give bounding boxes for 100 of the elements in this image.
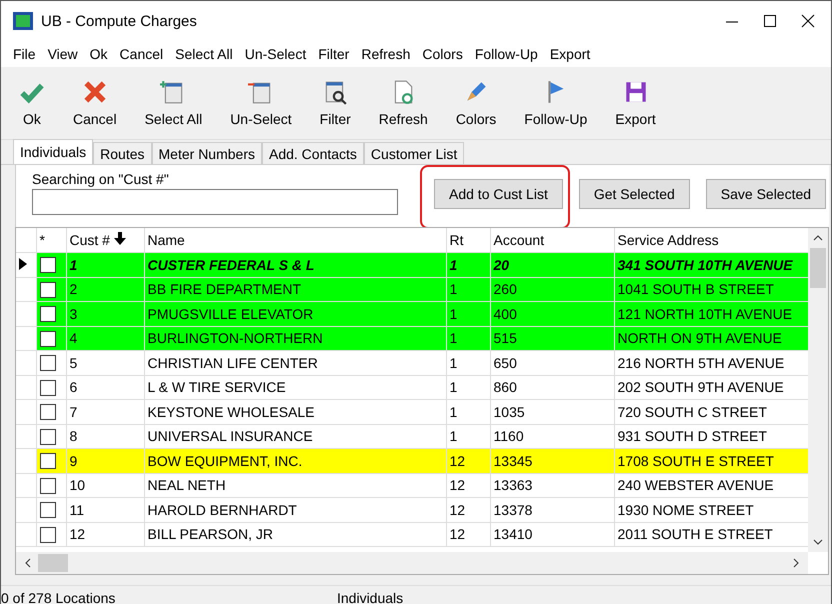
row-checkbox[interactable] [40,330,56,347]
row-checkbox[interactable] [40,478,56,494]
table-cell: 931 SOUTH D STREET [614,424,808,448]
close-icon[interactable] [801,14,815,28]
table-cell: UNIVERSAL INSURANCE [144,424,446,448]
table-cell: 13378 [490,498,614,522]
table-cell: BURLINGTON-NORTHERN [144,326,446,350]
action-button[interactable]: Get Selected [578,179,690,209]
table-cell: 4 [66,326,144,350]
table-cell: 13345 [490,448,614,473]
menu-item[interactable]: Refresh [355,46,416,62]
table-cell: NORTH ON 9TH AVENUE [614,326,808,350]
toolbar-button[interactable]: Ok [11,77,53,129]
table-cell: 1 [446,326,490,350]
row-checkbox[interactable] [40,306,56,322]
toolbar-button[interactable]: Follow-Up [516,77,596,129]
row-checkbox[interactable] [40,380,56,396]
row-checkbox[interactable] [40,257,56,274]
table-cell: 1 [446,350,490,375]
table-cell: 1 [446,252,490,277]
table-cell: CHRISTIAN LIFE CENTER [144,350,446,375]
table-cell: BB FIRE DEPARTMENT [144,277,446,302]
action-button[interactable]: Save Selected [706,179,826,209]
menu-item[interactable]: Colors [416,46,469,62]
table-cell: 202 SOUTH 9TH AVENUE [614,375,808,400]
table-cell: KEYSTONE WHOLESALE [144,400,446,424]
column-header[interactable]: Rt [446,228,490,252]
menu-item[interactable]: File [7,46,42,62]
row-checkbox[interactable] [40,502,56,518]
row-checkbox[interactable] [40,526,56,543]
horizontal-scrollbar[interactable] [16,552,808,574]
table-cell: 1 [446,400,490,424]
window-title: UB - Compute Charges [41,12,198,30]
table-cell: PMUGSVILLE ELEVATOR [144,302,446,326]
table-cell: 12 [446,473,490,498]
row-checkbox[interactable] [40,355,56,372]
tab[interactable]: Customer List [364,142,464,164]
table-cell: 260 [490,277,614,302]
row-checkbox[interactable] [40,453,56,470]
search-field[interactable] [32,189,398,215]
row-header[interactable] [16,252,36,277]
menu-item[interactable]: Select All [169,46,239,62]
table-cell: 1930 NOME STREET [614,498,808,522]
menu-item[interactable]: Cancel [114,46,170,62]
table-cell: 720 SOUTH C STREET [614,400,808,424]
toolbar-button[interactable]: Un-Select [222,77,300,129]
column-header[interactable]: * [36,228,66,252]
action-button[interactable]: Add to Cust List [434,179,563,209]
toolbar-button[interactable]: Refresh [370,77,436,129]
tab[interactable]: Routes [93,142,152,164]
menu-item[interactable]: Un-Select [238,46,312,62]
column-header[interactable]: Cust # [70,232,110,248]
table-cell: 12 [66,522,144,546]
table-cell: 341 SOUTH 10TH AVENUE [614,252,808,277]
tab[interactable]: Meter Numbers [152,142,262,164]
table-cell: 1 [446,375,490,400]
menu-item[interactable]: View [42,46,84,62]
menu-item[interactable]: Export [544,46,596,62]
tab[interactable]: Individuals [13,139,94,164]
table-cell: 8 [66,424,144,448]
column-header[interactable]: Name [144,228,446,252]
maximize-icon[interactable] [763,14,777,28]
scroll-thumb[interactable] [38,554,68,572]
sort-down-icon [114,232,126,245]
table-cell: 515 [490,326,614,350]
vertical-scrollbar[interactable] [808,228,828,552]
toolbar-button[interactable]: Colors [448,77,504,129]
table-cell: BILL PEARSON, JR [144,522,446,546]
table-cell: CUSTER FEDERAL S & L [144,252,446,277]
row-checkbox[interactable] [40,282,56,298]
toolbar-button[interactable]: Export [607,77,664,129]
table-cell: 1041 SOUTH B STREET [614,277,808,302]
table-cell: 9 [66,448,144,473]
menu-item[interactable]: Filter [312,46,356,62]
tab[interactable]: Add. Contacts [262,142,364,164]
menu-item[interactable]: Ok [84,46,114,62]
toolbar-button[interactable]: Select All [136,77,210,129]
x-icon [82,79,108,105]
table-cell: 400 [490,302,614,326]
table-cell: L & W TIRE SERVICE [144,375,446,400]
menu-item[interactable]: Follow-Up [468,46,544,62]
status-text: 0 of 278 Locations [1,590,116,604]
table-cell: 2011 SOUTH E STREET [614,522,808,546]
table-cell: 216 NORTH 5TH AVENUE [614,350,808,375]
table-cell: 20 [490,252,614,277]
column-header[interactable]: Account [490,228,614,252]
row-checkbox[interactable] [40,428,56,445]
scroll-thumb[interactable] [810,248,826,288]
toolbar-button[interactable]: Cancel [65,77,125,129]
table-cell: 1 [66,252,144,277]
column-header[interactable]: Service Address [614,228,808,252]
search-label: Searching on "Cust #" [32,171,170,187]
table-cell: 650 [490,350,614,375]
row-checkbox[interactable] [40,404,56,420]
table-cell: 13410 [490,522,614,546]
table-cell: 12 [446,498,490,522]
toolbar-button[interactable]: Filter [312,77,359,129]
table-cell: 121 NORTH 10TH AVENUE [614,302,808,326]
table-cell: NEAL NETH [144,473,446,498]
table-cell: 11 [66,498,144,522]
